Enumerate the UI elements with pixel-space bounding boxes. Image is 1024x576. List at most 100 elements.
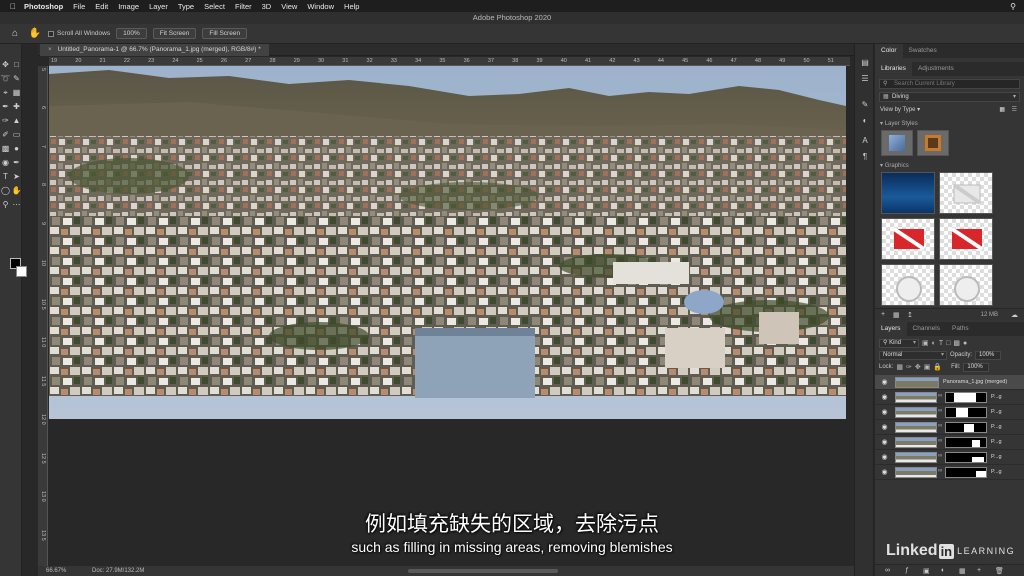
layer-row[interactable]: ◉ Panorama_1.jpg (merged) xyxy=(875,375,1024,390)
menu-select[interactable]: Select xyxy=(204,2,225,11)
tab-channels[interactable]: Channels xyxy=(907,322,946,336)
history-brush-tool-icon[interactable]: ✐ xyxy=(0,128,11,142)
tab-layers[interactable]: Layers xyxy=(875,322,907,336)
trash-icon[interactable]: 🗑 xyxy=(995,567,1004,575)
menu-layer[interactable]: Layer xyxy=(149,2,168,11)
eraser-tool-icon[interactable]: ▭ xyxy=(11,128,22,142)
healing-brush-tool-icon[interactable]: ✚ xyxy=(11,100,22,114)
visibility-eye-icon[interactable]: ◉ xyxy=(880,453,889,462)
layer-mask-thumbnail[interactable] xyxy=(945,407,987,418)
lock-paint-icon[interactable]: ✑ xyxy=(906,363,912,371)
horizontal-ruler[interactable]: 19 20 21 22 23 24 25 26 27 28 29 30 31 32 33 34 35 36 37 38… xyxy=(49,57,850,66)
tab-color[interactable]: Color xyxy=(875,44,903,58)
layer-row[interactable]: ◉ ∞ P...g xyxy=(875,450,1024,465)
dodge-tool-icon[interactable]: ◉ xyxy=(0,156,11,170)
layer-name[interactable]: P...g xyxy=(991,439,1002,445)
blur-tool-icon[interactable]: ● xyxy=(11,142,22,156)
graphic-badge[interactable] xyxy=(881,264,935,306)
tab-paths[interactable]: Paths xyxy=(946,322,975,336)
filter-pixel-icon[interactable]: ▣ xyxy=(922,339,929,347)
kind-filter-select[interactable]: ⚲ Kind ▾ xyxy=(879,338,919,348)
lock-artboard-icon[interactable]: ▣ xyxy=(924,363,931,371)
library-search-input[interactable]: ⚲ Search Current Library xyxy=(879,79,1020,89)
vertical-ruler[interactable]: 5 6 7 8 9 10 10 5 11 0 11 5 12 0 12 5 13 0 13 5 xyxy=(38,66,48,566)
blend-mode-select[interactable]: Normal ▾ xyxy=(879,350,947,360)
quick-select-tool-icon[interactable]: ✎ xyxy=(11,72,22,86)
brush-tool-icon[interactable]: ✑ xyxy=(0,114,11,128)
add-mask-icon[interactable]: ▣ xyxy=(923,567,930,575)
shape-tool-icon[interactable]: ◯ xyxy=(0,184,11,198)
canvas-area[interactable] xyxy=(49,66,850,566)
scroll-all-windows-checkbox[interactable]: Scroll All Windows xyxy=(48,30,110,37)
filter-shape-icon[interactable]: □ xyxy=(946,340,950,347)
layer-mask-thumbnail[interactable] xyxy=(945,467,987,478)
layer-row[interactable]: ◉ ∞ P...g xyxy=(875,465,1024,480)
fx-icon[interactable]: ƒ xyxy=(905,567,909,574)
visibility-eye-icon[interactable]: ◉ xyxy=(880,408,889,417)
visibility-eye-icon[interactable]: ◉ xyxy=(880,468,889,477)
crop-tool-icon[interactable]: ⌖ xyxy=(0,86,11,100)
layer-row[interactable]: ◉ ∞ P...g xyxy=(875,435,1024,450)
new-layer-icon[interactable]: + xyxy=(977,567,981,574)
library-select[interactable]: ▦ Diving ▾ xyxy=(879,92,1020,102)
adjustments-panel-icon[interactable]: ◐ xyxy=(860,116,870,126)
graphic-dive-flag-red[interactable] xyxy=(881,218,935,260)
close-icon[interactable]: × xyxy=(48,46,52,53)
zoom-level[interactable]: 66.67% xyxy=(46,566,66,576)
paragraph-panel-icon[interactable]: ¶ xyxy=(860,152,870,162)
layer-styles-header[interactable]: ▾ Layer Styles xyxy=(880,120,1019,128)
stamp-tool-icon[interactable]: ▲ xyxy=(11,114,22,128)
hand-tool-icon[interactable]: ✋ xyxy=(28,27,42,41)
filter-toggle-icon[interactable]: ● xyxy=(963,340,967,347)
graphic-dive-flag-red-2[interactable] xyxy=(939,218,993,260)
graphics-header[interactable]: ▾ Graphics xyxy=(880,162,1019,170)
filter-smart-icon[interactable]: ▩ xyxy=(953,339,960,347)
visibility-eye-icon[interactable]: ◉ xyxy=(880,393,889,402)
upload-icon[interactable]: ↥ xyxy=(907,311,913,319)
fill-input[interactable]: 100% xyxy=(963,362,990,372)
filter-adjustment-icon[interactable]: ◐ xyxy=(932,340,936,347)
layer-mask-thumbnail[interactable] xyxy=(945,452,987,463)
more-tools-icon[interactable]: ⋯ xyxy=(11,198,22,212)
home-icon[interactable]: ⌂ xyxy=(8,27,22,41)
layer-mask-thumbnail[interactable] xyxy=(945,437,987,448)
tab-libraries[interactable]: Libraries xyxy=(875,62,912,76)
layer-name[interactable]: P...g xyxy=(991,394,1002,400)
menu-file[interactable]: File xyxy=(73,2,85,11)
search-icon[interactable]: ⚲ xyxy=(1010,2,1016,11)
horizontal-scrollbar[interactable] xyxy=(408,569,558,573)
layer-name[interactable]: P...g xyxy=(991,469,1002,475)
visibility-eye-icon[interactable]: ◉ xyxy=(880,423,889,432)
character-panel-icon[interactable]: A xyxy=(860,136,870,146)
menu-3d[interactable]: 3D xyxy=(262,2,272,11)
layer-name[interactable]: P...g xyxy=(991,409,1002,415)
marquee-tool-icon[interactable]: □ xyxy=(11,58,22,72)
zoom-tool-icon[interactable]: ⚲ xyxy=(0,198,11,212)
layer-mask-thumbnail[interactable] xyxy=(945,422,987,433)
layer-style-item[interactable] xyxy=(881,130,913,156)
menu-view[interactable]: View xyxy=(281,2,297,11)
view-by-type-select[interactable]: View by Type ▾ ▦ ☰ xyxy=(880,106,1019,116)
menu-window[interactable]: Window xyxy=(307,2,334,11)
opacity-input[interactable]: 100% xyxy=(975,350,1002,360)
pen-tool-icon[interactable]: ✒ xyxy=(11,156,22,170)
grid-view-icon[interactable]: ▦ xyxy=(999,106,1005,113)
visibility-eye-icon[interactable]: ◉ xyxy=(880,438,889,447)
adjustment-layer-icon[interactable]: ◐ xyxy=(941,567,945,574)
layer-style-item[interactable] xyxy=(917,130,949,156)
cloud-icon[interactable]: ☁ xyxy=(1011,311,1018,319)
lock-all-icon[interactable]: 🔒 xyxy=(933,363,942,371)
menu-help[interactable]: Help xyxy=(344,2,359,11)
fill-screen-button[interactable]: Fill Screen xyxy=(202,28,248,39)
lasso-tool-icon[interactable]: ➰ xyxy=(0,72,11,86)
layer-row[interactable]: ◉ ∞ P...g xyxy=(875,420,1024,435)
tab-adjustments[interactable]: Adjustments xyxy=(912,62,960,76)
document-tab[interactable]: × Untitled_Panorama-1 @ 66.7% (Panorama_… xyxy=(40,44,269,56)
layer-name[interactable]: Panorama_1.jpg (merged) xyxy=(943,379,1007,385)
menu-type[interactable]: Type xyxy=(178,2,194,11)
graphic-dive-flag-outline[interactable] xyxy=(939,172,993,214)
fit-screen-button[interactable]: Fit Screen xyxy=(152,28,197,39)
menu-photoshop[interactable]: Photoshop xyxy=(24,2,63,11)
frame-tool-icon[interactable]: ▦ xyxy=(11,86,22,100)
gradient-tool-icon[interactable]: ▩ xyxy=(0,142,11,156)
